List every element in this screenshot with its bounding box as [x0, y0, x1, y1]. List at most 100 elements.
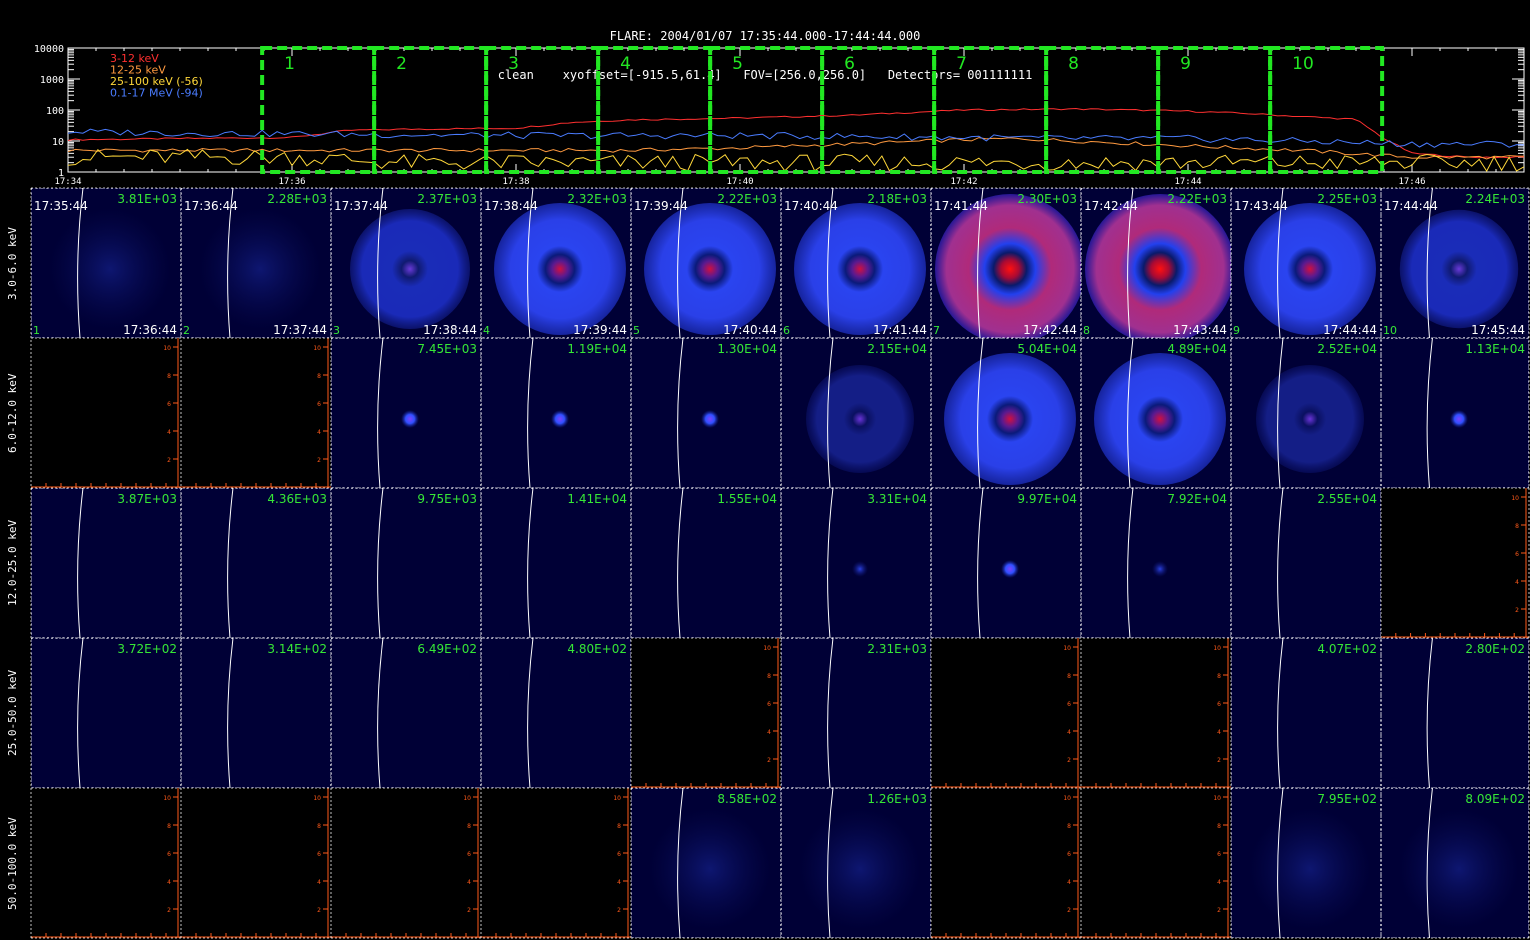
limb-contour: [1127, 187, 1134, 339]
empty-axis-tick-label: 4: [1217, 879, 1221, 886]
panel-background: [1081, 188, 1231, 338]
source-disk: [199, 208, 321, 330]
empty-axis-tick-label: 6: [1067, 851, 1071, 858]
panel-background: [481, 788, 631, 938]
image-panel: 2 4 6 8 10: [181, 788, 331, 938]
limb-contour: [1127, 337, 1134, 489]
x-tick-label: 17:40: [726, 177, 753, 187]
interval-label: 3: [508, 54, 519, 74]
panel-tick-border: [1231, 788, 1381, 938]
image-panel: 2 4 6 8 10: [931, 788, 1081, 938]
panel-tick-border: [181, 188, 331, 338]
image-panel: 2 4 6 8 10: [1081, 788, 1231, 938]
empty-axis-tick-label: 10: [1511, 495, 1519, 502]
end-time: 17:37:44: [273, 323, 327, 337]
image-panel: 7.95E+02: [1231, 787, 1381, 939]
end-time: 17:42:44: [1023, 323, 1077, 337]
peak-value: 2.22E+03: [1167, 192, 1227, 206]
start-time: 17:44:44: [1384, 199, 1438, 213]
source-disk: [494, 203, 626, 335]
image-panel: 3.31E+04: [781, 487, 931, 639]
source-dot: [1152, 561, 1168, 577]
panel-background: [181, 188, 331, 338]
light-curve-plot: 10000 1000 100 10 1 17:34 17:36 17:38 17:40 17:42…: [34, 44, 1525, 187]
panel-background: [31, 788, 181, 938]
image-panel: 2.22E+03 17:42:44 17:43:44 8: [1081, 187, 1235, 344]
limb-contour: [827, 337, 834, 489]
empty-axis-tick-label: 4: [467, 879, 471, 886]
image-panel: 2.80E+02: [1381, 637, 1529, 789]
image-panel: 2 4 6 8 10: [1381, 488, 1529, 638]
panel-background: [481, 338, 631, 488]
empty-axis-tick-label: 6: [317, 851, 321, 858]
panel-tick-border: [481, 188, 631, 338]
source-dot: [1450, 410, 1468, 428]
peak-value: 7.45E+03: [417, 342, 477, 356]
limb-contour: [1426, 787, 1433, 939]
peak-value: 7.92E+04: [1167, 492, 1227, 506]
interval-number: 10: [1383, 324, 1397, 337]
limb-contour: [977, 187, 984, 339]
limb-contour: [677, 187, 684, 339]
empty-axis-tick-label: 4: [167, 879, 171, 886]
peak-value: 1.41E+04: [567, 492, 627, 506]
x-tick-label: 17:34: [54, 177, 81, 187]
limb-contour: [827, 787, 834, 939]
end-time: 17:38:44: [423, 323, 477, 337]
panel-tick-border: [1381, 788, 1529, 938]
panel-background: [31, 488, 181, 638]
start-time: 17:40:44: [784, 199, 838, 213]
empty-axis-tick-label: 4: [1515, 579, 1519, 586]
interval-label: 4: [620, 54, 631, 74]
empty-axis-tick-label: 10: [313, 345, 321, 352]
image-panel: 1.19E+04: [481, 337, 631, 489]
series-line: [68, 107, 1524, 159]
image-panel: 8.09E+02: [1381, 787, 1529, 939]
peak-value: 8.09E+02: [1465, 792, 1525, 806]
interval-label: 5: [732, 54, 743, 74]
peak-value: 2.18E+03: [867, 192, 927, 206]
peak-value: 1.55E+04: [717, 492, 777, 506]
y-tick-label: 10000: [34, 44, 64, 55]
empty-axis-tick-label: 4: [1217, 729, 1221, 736]
image-panel: 2.28E+03 17:36:44 17:37:44 2: [181, 187, 331, 339]
series-line: [68, 128, 1524, 148]
peak-value: 5.04E+04: [1017, 342, 1077, 356]
panel-tick-border: [1081, 188, 1231, 338]
peak-value: 4.07E+02: [1317, 642, 1377, 656]
peak-value: 9.75E+03: [417, 492, 477, 506]
panel-tick-border: [31, 488, 181, 638]
empty-axis-tick-label: 8: [767, 673, 771, 680]
empty-axis-tick-label: 6: [617, 851, 621, 858]
empty-axis-tick-label: 10: [613, 795, 621, 802]
panel-tick-border: [481, 488, 631, 638]
limb-contour: [1277, 637, 1284, 789]
peak-value: 4.36E+03: [267, 492, 327, 506]
panel-background: [781, 188, 931, 338]
peak-value: 3.72E+02: [117, 642, 177, 656]
limb-contour: [377, 187, 384, 339]
image-panel: 2.22E+03 17:39:44 17:40:44 5: [631, 187, 781, 339]
image-panel: 1.55E+04: [631, 487, 781, 639]
panel-background: [1381, 488, 1529, 638]
panel-background: [331, 338, 481, 488]
end-time: 17:43:44: [1173, 323, 1227, 337]
source-dot: [852, 561, 868, 577]
peak-value: 3.87E+03: [117, 492, 177, 506]
panel-background: [781, 488, 931, 638]
image-panel: 4.36E+03: [181, 487, 331, 639]
source-disk: [1244, 203, 1376, 335]
empty-axis-tick-label: 2: [1515, 607, 1519, 614]
panel-tick-border: [31, 638, 181, 788]
panel-background: [31, 188, 181, 338]
empty-axis-tick-label: 4: [1067, 879, 1071, 886]
source-dot: [551, 410, 569, 428]
interval-label: 8: [1068, 54, 1079, 74]
band-label: 6.0-12.0 keV: [6, 373, 19, 453]
interval-number: 7: [933, 324, 940, 337]
panel-tick-border: [481, 638, 631, 788]
panel-tick-border: [781, 488, 931, 638]
empty-axis-tick-label: 2: [317, 907, 321, 914]
panel-tick-border: [181, 488, 331, 638]
panel-background: [181, 338, 331, 488]
